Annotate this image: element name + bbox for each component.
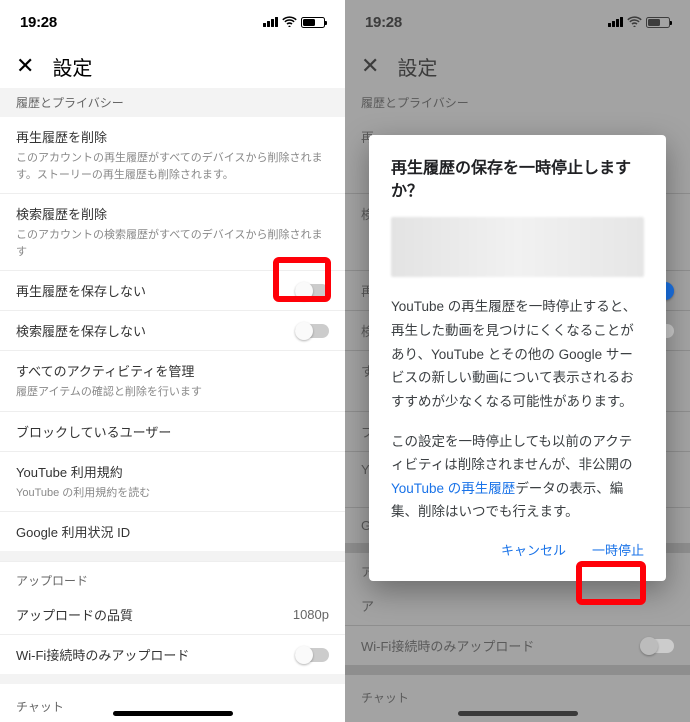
row-label: チャット xyxy=(16,698,64,715)
section-header-upload: アップロード xyxy=(0,561,345,595)
phone-right: 19:28 ✕ 設定 履歴とプライバシー 再 検 再生 検索 す ブ Yo Go… xyxy=(345,0,690,722)
section-gap xyxy=(345,665,690,675)
row-chat[interactable]: チャット xyxy=(0,684,345,722)
row-delete-play-history[interactable]: 再生履歴を削除 このアカウントの再生履歴がすべてのデバイスから削除されます。スト… xyxy=(0,117,345,193)
status-time: 19:28 xyxy=(20,14,57,31)
row-youtube-tos[interactable]: YouTube 利用規約 YouTube の利用規約を読む xyxy=(0,451,345,512)
list-upload: ア Wi-Fi接続時のみアップロード xyxy=(345,586,690,665)
row-label: 再生履歴を削除 xyxy=(16,127,329,146)
status-icons xyxy=(608,14,670,31)
row-value: 1080p xyxy=(293,607,329,622)
row-delete-search-history[interactable]: 検索履歴を削除 このアカウントの検索履歴がすべてのデバイスから削除されます xyxy=(0,193,345,270)
row-label: すべてのアクティビティを管理 xyxy=(16,361,329,380)
row-label: 再生履歴を保存しない xyxy=(16,281,283,300)
youtube-history-link[interactable]: YouTube の再生履歴 xyxy=(391,481,515,496)
list-upload: アップロードの品質 1080p Wi-Fi接続時のみアップロード xyxy=(0,595,345,674)
modal-title: 再生履歴の保存を一時停止しますか？ xyxy=(391,157,644,203)
page-title: 設定 xyxy=(397,52,437,81)
phone-left: 19:28 ✕ 設定 履歴とプライバシー 再生履歴を削除 このアカウントの再生履… xyxy=(0,0,345,722)
modal-para-1: YouTube の再生履歴を一時停止すると、再生した動画を見つけにくくなることが… xyxy=(391,295,644,413)
signal-icon xyxy=(608,17,623,27)
wifi-icon xyxy=(282,14,297,31)
home-indicator xyxy=(113,711,233,716)
row-desc: このアカウントの検索履歴がすべてのデバイスから削除されます xyxy=(16,227,329,260)
signal-icon xyxy=(263,17,278,27)
section-header-history: 履歴とプライバシー xyxy=(0,88,345,117)
list-chat: チャット xyxy=(0,684,345,722)
row-upload-wifi-only: Wi-Fi接続時のみアップロード xyxy=(345,625,690,665)
section-header-history: 履歴とプライバシー xyxy=(345,88,690,117)
row-upload-quality[interactable]: アップロードの品質 1080p xyxy=(0,595,345,634)
row-label: ブロックしているユーザー xyxy=(16,422,329,441)
section-gap xyxy=(0,551,345,561)
row-label: 検索履歴を保存しない xyxy=(16,321,283,340)
pause-history-modal: 再生履歴の保存を一時停止しますか？ YouTube の再生履歴を一時停止すると、… xyxy=(369,135,666,581)
toggle-pause-search-history[interactable] xyxy=(295,324,329,338)
row-blocked-users[interactable]: ブロックしているユーザー xyxy=(0,411,345,451)
modal-account-redacted xyxy=(391,217,644,277)
row-label: Google 利用状況 ID xyxy=(16,522,329,541)
close-icon[interactable]: ✕ xyxy=(16,55,34,77)
close-icon[interactable]: ✕ xyxy=(361,55,379,77)
nav-bar: ✕ 設定 xyxy=(345,44,690,88)
row-label: YouTube 利用規約 xyxy=(16,462,329,481)
toggle-wifi-only[interactable] xyxy=(295,648,329,662)
status-bar: 19:28 xyxy=(345,0,690,44)
row-desc: このアカウントの再生履歴がすべてのデバイスから削除されます。ストーリーの再生履歴… xyxy=(16,150,329,183)
modal-para-2: この設定を一時停止しても以前のアクティビティは削除されませんが、非公開の You… xyxy=(391,430,644,525)
page-title: 設定 xyxy=(52,52,92,81)
status-icons xyxy=(263,14,325,31)
toggle-wifi-only xyxy=(640,639,674,653)
wifi-icon xyxy=(627,14,642,31)
row-pause-play-history[interactable]: 再生履歴を保存しない xyxy=(0,270,345,310)
row-label: Wi-Fi接続時のみアップロード xyxy=(16,645,189,664)
list-history: 再生履歴を削除 このアカウントの再生履歴がすべてのデバイスから削除されます。スト… xyxy=(0,117,345,551)
status-bar: 19:28 xyxy=(0,0,345,44)
battery-icon xyxy=(301,17,325,28)
row-upload-wifi-only[interactable]: Wi-Fi接続時のみアップロード xyxy=(0,634,345,674)
section-gap xyxy=(0,674,345,684)
status-time: 19:28 xyxy=(365,14,402,31)
nav-bar: ✕ 設定 xyxy=(0,44,345,88)
modal-body: YouTube の再生履歴を一時停止すると、再生した動画を見つけにくくなることが… xyxy=(391,295,644,524)
battery-icon xyxy=(646,17,670,28)
row-google-usage-id[interactable]: Google 利用状況 ID xyxy=(0,511,345,551)
row-manage-activity[interactable]: すべてのアクティビティを管理 履歴アイテムの確認と削除を行います xyxy=(0,350,345,411)
row-desc: 履歴アイテムの確認と削除を行います xyxy=(16,384,329,401)
pause-button[interactable]: 一時停止 xyxy=(592,540,644,559)
row-dim: ア xyxy=(345,586,690,625)
row-desc: YouTube の利用規約を読む xyxy=(16,485,329,502)
row-label: 検索履歴を削除 xyxy=(16,204,329,223)
cancel-button[interactable]: キャンセル xyxy=(501,540,566,559)
toggle-pause-play-history[interactable] xyxy=(295,284,329,298)
home-indicator xyxy=(458,711,578,716)
settings-content: 履歴とプライバシー 再生履歴を削除 このアカウントの再生履歴がすべてのデバイスか… xyxy=(0,88,345,722)
row-label: アップロードの品質 xyxy=(16,605,133,624)
row-pause-search-history[interactable]: 検索履歴を保存しない xyxy=(0,310,345,350)
modal-actions: キャンセル 一時停止 xyxy=(391,540,644,559)
